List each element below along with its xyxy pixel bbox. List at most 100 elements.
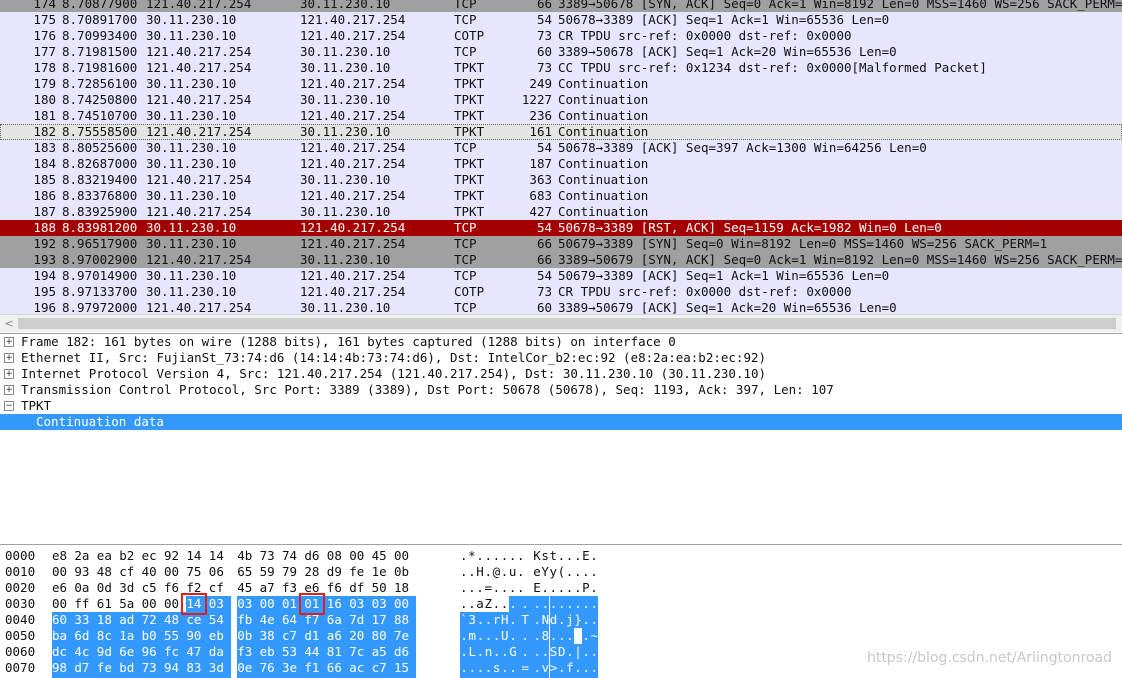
ascii-char[interactable]: . [509,580,517,596]
hex-byte[interactable]: e8 [52,548,74,564]
hex-byte[interactable]: 61 [97,596,119,612]
expand-icon[interactable]: + [4,369,14,379]
hex-byte[interactable]: 83 [186,660,209,676]
ascii-char[interactable]: Z [484,596,492,612]
hex-byte[interactable]: 7d [349,612,372,628]
collapse-icon[interactable]: − [4,401,14,411]
packet-row-176[interactable]: 176 8.70993400 30.11.230.10 121.40.217.254 C… [0,28,1122,44]
hex-byte[interactable]: 98 [52,660,75,676]
hex-row[interactable]: 0050 ba 6d 8c 1a b0 55 90 eb 0b 38 c7 d1 a6 20 80 7e. m..… [0,628,1122,644]
ascii-char[interactable]: . [541,580,549,596]
hex-byte[interactable]: f1 [304,660,327,676]
ascii-char[interactable]: . [517,644,534,660]
packet-list-horizontal-scrollbar[interactable]: < [0,314,1122,332]
ascii-char[interactable]: . [550,580,558,596]
hex-byte[interactable]: d6 [304,548,326,564]
hex-byte[interactable]: 00 [164,564,186,580]
ascii-char[interactable]: . [517,564,525,580]
hex-byte[interactable]: ff [74,596,96,612]
hex-byte[interactable]: 76 [259,660,282,676]
ascii-char[interactable]: . [493,596,501,612]
ascii-char[interactable]: . [508,612,518,628]
ascii-char[interactable]: . [541,644,550,660]
hex-byte[interactable]: d7 [74,660,97,676]
hex-byte[interactable]: 00 [349,548,371,564]
ascii-char[interactable]: D [557,644,566,660]
ascii-char[interactable]: . [509,548,517,564]
ascii-char[interactable]: T [517,612,534,628]
hex-byte[interactable]: 00 [394,596,416,612]
ascii-char[interactable]: . [468,564,476,580]
ascii-char[interactable]: . [590,564,598,580]
hex-byte[interactable]: d6 [394,644,416,660]
hex-byte[interactable]: 08 [327,548,349,564]
hex-byte[interactable]: ad [119,612,142,628]
ascii-char[interactable]: . [573,596,583,612]
ascii-char[interactable]: . [566,580,574,596]
packet-row-182[interactable]: 182 8.75558500 121.40.217.254 30.11.230.10 T… [0,124,1122,140]
hex-byte[interactable]: e6 [52,580,74,596]
ascii-char[interactable]: . [558,580,566,596]
packet-details-tree[interactable]: + Frame 182: 161 bytes on wire (1288 bits… [0,333,1122,545]
hex-byte[interactable]: 33 [74,612,97,628]
hex-byte[interactable]: 03 [208,596,231,612]
hex-byte[interactable]: da [208,644,231,660]
ascii-char[interactable]: . [484,660,493,676]
hex-byte[interactable]: 74 [282,548,304,564]
hex-byte[interactable]: d9 [327,564,349,580]
ascii-char[interactable]: . [517,580,525,596]
ascii-char[interactable]: = [484,580,492,596]
details-row[interactable]: + Ethernet II, Src: FujianSt_73:74:d6 (14… [0,350,1122,366]
hex-byte[interactable]: 00 [52,596,74,612]
hex-byte[interactable]: dc [52,644,75,660]
hex-byte[interactable]: fb [237,612,260,628]
ascii-char[interactable]: S [549,644,558,660]
hex-byte[interactable]: 3e [282,660,305,676]
ascii-char[interactable]: n [484,644,493,660]
hex-byte[interactable]: c7 [371,660,394,676]
ascii-char[interactable]: . [500,660,509,676]
expand-icon[interactable]: + [4,353,14,363]
packet-row-178[interactable]: 178 8.71981600 121.40.217.254 30.11.230.10 T… [0,60,1122,76]
hex-byte[interactable]: 45 [237,580,259,596]
hex-byte[interactable]: 8c [96,628,120,644]
hex-byte[interactable]: 0d [97,580,119,596]
packet-row-175[interactable]: 175 8.70891700 30.11.230.10 121.40.217.254 T… [0,12,1122,28]
ascii-char[interactable]: . [476,644,485,660]
ascii-char[interactable]: v [541,660,550,676]
hex-byte[interactable]: 0b [237,628,260,644]
ascii-char[interactable]: . [565,596,574,612]
ascii-char[interactable]: . [492,644,501,660]
hex-byte[interactable]: 48 [97,564,119,580]
hex-byte[interactable]: 47 [186,644,209,660]
hex-byte[interactable]: 6e [119,644,142,660]
hex-byte[interactable]: 28 [304,564,326,580]
ascii-char[interactable]: G [508,644,518,660]
hex-byte[interactable]: f3 [237,644,260,660]
ascii-char[interactable]: . [557,628,566,644]
packet-row-195[interactable]: 195 8.97133700 30.11.230.10 121.40.217.254 C… [0,284,1122,300]
ascii-char[interactable]: . [533,644,542,660]
hex-byte[interactable]: 44 [304,644,327,660]
ascii-char[interactable]: . [574,580,582,596]
scroll-left-arrow-icon[interactable]: < [2,315,16,332]
ascii-char[interactable]: . [533,612,542,628]
hex-byte[interactable]: 40 [142,564,164,580]
hex-row[interactable]: 0000 e8 2a ea b2 ec 92 14 14 4b 73 74 d6 08 00 45 00. *..… [0,548,1122,564]
ascii-char[interactable]: s [541,548,549,564]
hex-byte[interactable]: 00 [394,548,416,564]
hex-byte[interactable]: 1e [372,564,394,580]
ascii-char[interactable]: . [517,596,534,612]
ascii-char[interactable]: . [484,628,493,644]
ascii-char[interactable]: * [468,548,476,564]
ascii-char[interactable]: . [582,612,591,628]
ascii-char[interactable]: . [565,628,574,644]
details-row[interactable]: Continuation data [0,414,1122,430]
packet-list[interactable]: 174 8.70877900 121.40.217.254 30.11.230.10 T… [0,0,1122,314]
hex-byte[interactable]: 0e [237,660,260,676]
packet-row-174[interactable]: 174 8.70877900 121.40.217.254 30.11.230.10 T… [0,0,1122,12]
hex-byte[interactable]: 80 [371,628,394,644]
details-row[interactable]: + Frame 182: 161 bytes on wire (1288 bits… [0,334,1122,350]
ascii-char[interactable]: . [493,548,501,564]
ascii-char[interactable]: s [492,660,501,676]
